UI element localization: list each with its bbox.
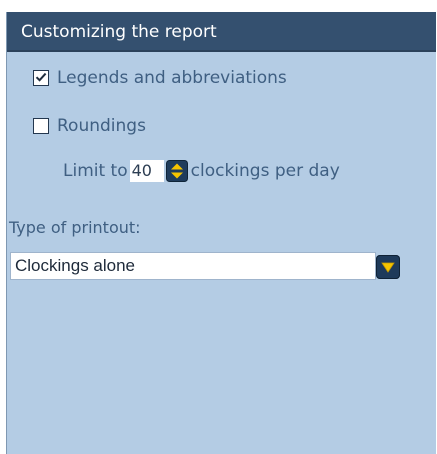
roundings-row[interactable]: Roundings [33, 116, 146, 136]
chevron-down-icon [381, 262, 395, 273]
limit-suffix-label: clockings per day [190, 161, 340, 181]
limit-stepper[interactable] [165, 160, 188, 182]
dropdown-arrow-button[interactable] [376, 255, 400, 279]
roundings-label: Roundings [57, 116, 146, 136]
checkmark-icon [35, 72, 47, 82]
legends-checkbox[interactable] [33, 70, 49, 86]
printout-type-select[interactable]: Clockings alone [10, 252, 376, 280]
stepper-arrows-icon [165, 160, 188, 182]
limit-row: Limit to clockings per day [63, 160, 340, 182]
limit-input[interactable] [129, 160, 164, 182]
legends-row[interactable]: Legends and abbreviations [33, 68, 287, 88]
report-customization-panel: Customizing the report Legends and abbre… [6, 12, 436, 454]
legends-label: Legends and abbreviations [57, 68, 287, 88]
panel-header: Customizing the report [7, 12, 436, 52]
roundings-checkbox[interactable] [33, 118, 49, 134]
limit-prefix-label: Limit to [63, 161, 128, 181]
printout-type-label: Type of printout: [9, 218, 141, 237]
